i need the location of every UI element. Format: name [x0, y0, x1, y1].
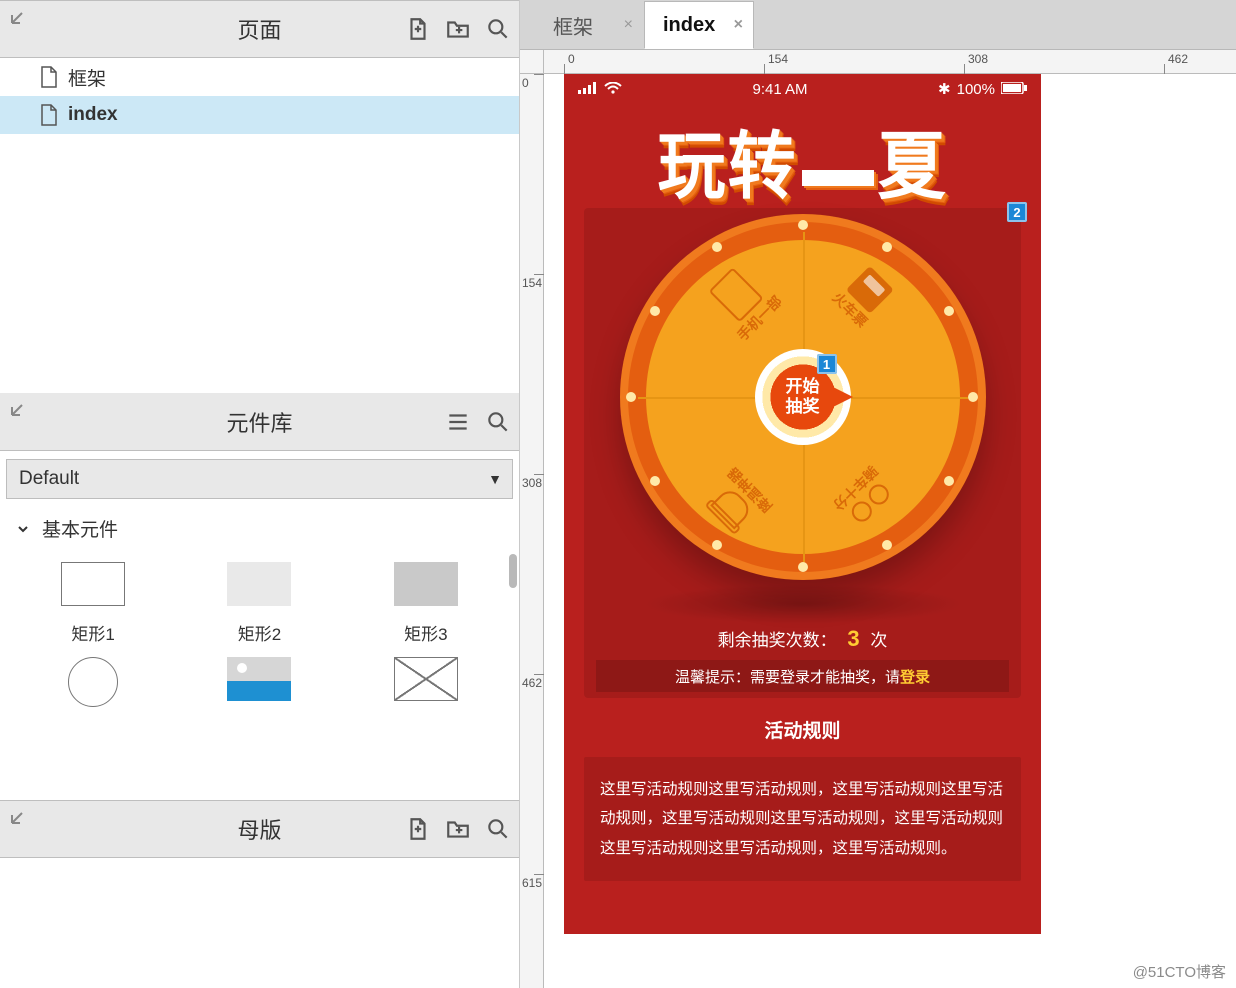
status-bar: 9:41 AM ✱ 100% — [564, 74, 1041, 104]
library-select-value: Default — [19, 468, 79, 490]
rim-dot — [798, 220, 808, 230]
section-label: 基本元件 — [42, 515, 118, 542]
rim-dot — [650, 306, 660, 316]
remain-prefix: 剩余抽奖次数： — [718, 631, 837, 650]
sector-top-left: 手机一部 — [688, 247, 796, 355]
shape-circle — [68, 657, 118, 707]
page-row-framework[interactable]: 框架 — [0, 58, 519, 96]
wifi-icon — [604, 81, 622, 98]
annotation-badge-2[interactable]: 2 — [1007, 202, 1027, 222]
chevron-down-icon: ▼ — [488, 471, 502, 487]
rim-dot — [944, 476, 954, 486]
widget-rect1[interactable]: 矩形1 — [23, 562, 163, 645]
ruler-horizontal[interactable]: 0154308462 — [544, 50, 1236, 74]
widget-placeholder[interactable] — [356, 657, 496, 721]
add-page-icon[interactable] — [405, 16, 431, 42]
battery-icon — [1001, 81, 1027, 98]
wheel-card: 2 — [584, 208, 1021, 698]
widget-section-basic[interactable]: 基本元件 — [0, 507, 519, 550]
canvas-stage[interactable]: 9:41 AM ✱ 100% 玩转夏 2 — [544, 74, 1236, 988]
search-icon[interactable] — [485, 816, 511, 842]
collapse-icon[interactable] — [8, 807, 28, 827]
add-master-icon[interactable] — [405, 816, 431, 842]
close-icon[interactable]: × — [624, 16, 633, 34]
shape-rect-dark — [394, 562, 458, 606]
wheel-center-label: 开始 抽奖 — [786, 377, 820, 416]
tab-index[interactable]: index × — [644, 1, 754, 49]
pages-tree: 框架 index — [0, 58, 519, 393]
status-time: 9:41 AM — [753, 81, 808, 98]
scrollbar-thumb[interactable] — [509, 554, 517, 588]
hero-title: 玩转夏 — [564, 110, 1041, 194]
widget-image[interactable] — [189, 657, 329, 721]
remain-count: 3 — [841, 626, 865, 651]
login-link[interactable]: 登录 — [900, 666, 930, 687]
hero-text-a: 玩转 — [657, 106, 797, 213]
menu-icon[interactable] — [445, 409, 471, 435]
shape-image-placeholder — [227, 657, 291, 701]
hero-dash-icon — [802, 170, 874, 186]
widgets-panel-header: 元件库 — [0, 393, 519, 451]
rules-title: 活动规则 — [564, 716, 1041, 743]
rim-dot — [650, 476, 660, 486]
collapse-icon[interactable] — [8, 399, 28, 419]
ruler-corner — [520, 50, 544, 74]
widget-grid: 矩形1 矩形2 矩形3 — [0, 550, 519, 800]
rim-dot — [626, 392, 636, 402]
rules-box: 这里写活动规则这里写活动规则，这里写活动规则这里写活动规则，这里写活动规则这里写… — [584, 757, 1021, 881]
remaining-row: 剩余抽奖次数： 3 次 — [584, 626, 1021, 652]
collapse-icon[interactable] — [8, 7, 28, 27]
page-label: 框架 — [68, 64, 106, 91]
search-icon[interactable] — [485, 409, 511, 435]
rim-dot — [968, 392, 978, 402]
shape-placeholder — [394, 657, 458, 701]
annotation-badge-1[interactable]: 1 — [817, 354, 837, 374]
battery-text: 100% — [957, 81, 995, 98]
tip-text: 温馨提示：需要登录才能抽奖，请 — [675, 666, 900, 687]
close-icon[interactable]: × — [734, 16, 743, 34]
remain-suffix: 次 — [870, 631, 887, 650]
wheel-shadow — [643, 584, 963, 624]
shape-rect-light — [227, 562, 291, 606]
signal-icon — [578, 81, 598, 98]
widget-rect2[interactable]: 矩形2 — [189, 562, 329, 645]
tab-label: index — [663, 14, 715, 37]
widget-rect3[interactable]: 矩形3 — [356, 562, 496, 645]
rim-dot — [712, 242, 722, 252]
pointer-arrow-icon — [833, 387, 853, 407]
tab-label: 框架 — [553, 11, 593, 40]
page-label: index — [68, 104, 118, 126]
rim-dot — [882, 242, 892, 252]
rim-dot — [712, 540, 722, 550]
hero-text-b: 夏 — [878, 106, 948, 213]
sector-bottom-right: 骑车十分 — [817, 450, 916, 549]
add-folder-icon[interactable] — [445, 816, 471, 842]
tab-framework[interactable]: 框架 × — [534, 1, 644, 49]
rim-dot — [944, 306, 954, 316]
rim-dot — [798, 562, 808, 572]
shape-rect-outline — [61, 562, 125, 606]
add-folder-icon[interactable] — [445, 16, 471, 42]
widget-ellipse[interactable] — [23, 657, 163, 721]
sector-top-right: 火车票 — [812, 246, 913, 347]
pages-panel-header: 页面 — [0, 0, 519, 58]
page-row-index[interactable]: index — [0, 96, 519, 134]
prize-wheel[interactable]: 手机一部 火车票 骑车十分 降温神器 — [620, 214, 986, 580]
tip-row: 温馨提示：需要登录才能抽奖，请 登录 — [596, 660, 1009, 692]
search-icon[interactable] — [485, 16, 511, 42]
rim-dot — [882, 540, 892, 550]
masters-panel-header: 母版 — [0, 800, 519, 858]
ruler-vertical[interactable]: 0154308462615 — [520, 74, 544, 988]
library-select[interactable]: Default ▼ — [6, 459, 513, 499]
widgets-panel-title: 元件库 — [0, 406, 519, 438]
sector-bottom-left: 降温神器 — [690, 452, 787, 549]
bluetooth-icon: ✱ — [938, 80, 951, 98]
document-tabs: 框架 × index × — [520, 0, 1236, 50]
watermark: @51CTO博客 — [1133, 961, 1226, 982]
phone-mockup[interactable]: 9:41 AM ✱ 100% 玩转夏 2 — [564, 74, 1041, 934]
